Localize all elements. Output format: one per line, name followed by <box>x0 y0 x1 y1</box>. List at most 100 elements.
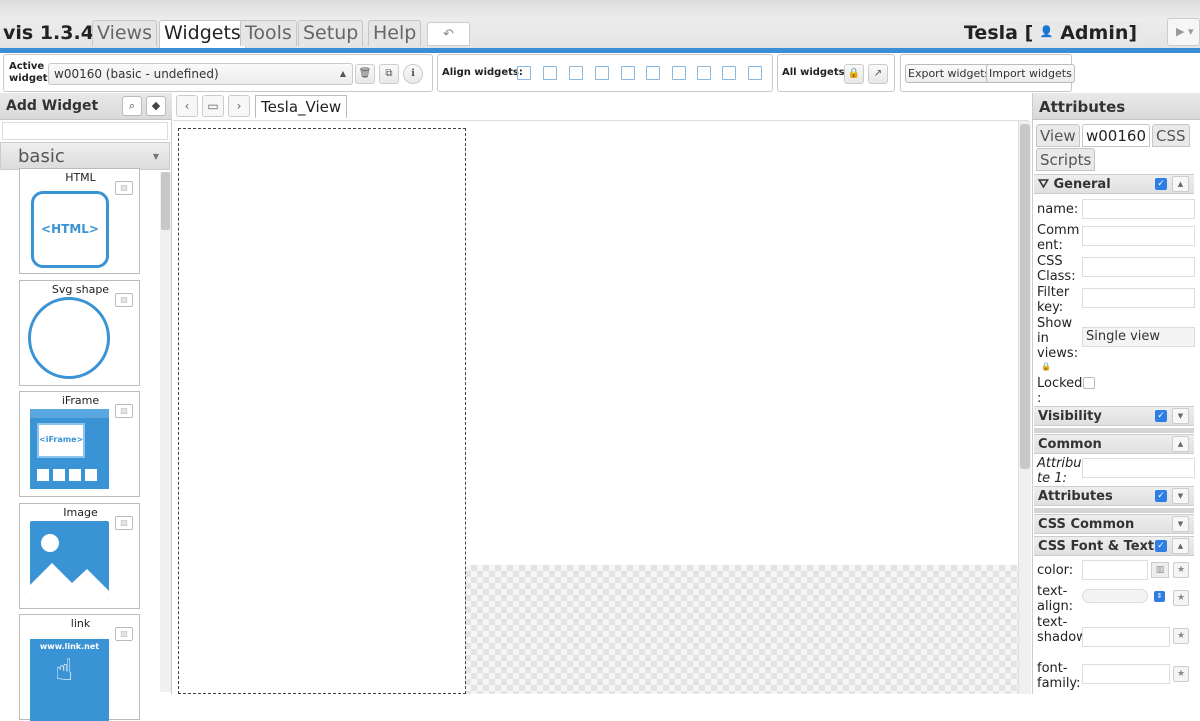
attribute1-field[interactable] <box>1082 458 1195 478</box>
tab-views[interactable]: Views <box>92 20 157 46</box>
copy-widget-button[interactable]: ⧉ <box>379 64 399 84</box>
copy-icon: ⧉ <box>385 68 393 79</box>
comment-label: Comm ent: <box>1037 223 1080 253</box>
delete-widget-button[interactable]: 🗑 <box>355 64 375 84</box>
image-placeholder-icon: ▨ <box>115 516 133 530</box>
align-bottom-icon[interactable] <box>595 66 609 80</box>
user-name: Tesla [ <box>964 22 1034 44</box>
css-class-field[interactable] <box>1082 257 1195 277</box>
section-divider <box>1034 508 1194 513</box>
iframe-icon-screen: <iFrame> <box>37 423 85 458</box>
widget-card-image[interactable]: Image ▨ <box>19 503 140 609</box>
section-css-common[interactable]: CSS Common ▼ <box>1034 514 1194 534</box>
tab-widget-w00160[interactable]: w00160 <box>1082 124 1150 147</box>
align-right-icon[interactable] <box>543 66 557 80</box>
info-widget-button[interactable]: ℹ <box>403 64 423 84</box>
color-label: color: <box>1037 563 1074 578</box>
widget-list-scroll-thumb[interactable] <box>161 172 170 230</box>
undo-button[interactable]: ↶ <box>427 22 470 46</box>
next-view-button[interactable]: › <box>228 95 250 117</box>
text-align-select[interactable] <box>1082 589 1148 603</box>
general-checkbox[interactable]: ✓ <box>1155 178 1167 190</box>
align-center-h-icon[interactable] <box>646 66 660 80</box>
tab-widgets[interactable]: Widgets <box>159 20 246 48</box>
distribute-h-icon[interactable] <box>672 66 686 80</box>
image-placeholder-icon: ▨ <box>115 293 133 307</box>
widget-card-html[interactable]: HTML ▨ <HTML> <box>19 168 140 274</box>
top-menu-bar: vis 1.3.4 Views Widgets Tools Setup Help… <box>0 0 1200 48</box>
view-tab-tesla[interactable]: Tesla_View <box>255 95 348 118</box>
view-nav-bar: ‹ ▭ › Tesla_View <box>173 93 1029 121</box>
tab-scripts[interactable]: Scripts <box>1036 148 1096 171</box>
chevron-right-icon: › <box>236 99 242 113</box>
star-icon[interactable]: ★ <box>1173 562 1189 578</box>
collapse-up-icon[interactable]: ▲ <box>1172 436 1189 452</box>
filter-key-field[interactable] <box>1082 288 1195 308</box>
section-attributes[interactable]: Attributes ✓ ▼ <box>1034 486 1194 506</box>
tab-help[interactable]: Help <box>368 20 422 46</box>
widget-filter-input[interactable] <box>2 122 168 140</box>
tab-tools[interactable]: Tools <box>240 20 297 46</box>
css-font-checkbox[interactable]: ✓ <box>1155 540 1167 552</box>
selected-widget-w00160[interactable] <box>178 128 466 694</box>
open-all-button[interactable]: ↗ <box>868 64 888 84</box>
star-icon[interactable]: ★ <box>1173 666 1189 682</box>
align-left-icon[interactable] <box>517 66 531 80</box>
section-attributes-title: Attributes <box>1038 489 1113 504</box>
text-shadow-field[interactable] <box>1082 627 1170 647</box>
active-widget-select[interactable]: w00160 (basic - undefined) ▲▼ <box>48 63 353 85</box>
distribute-v-icon[interactable] <box>697 66 711 80</box>
canvas-scroll-thumb[interactable] <box>1020 124 1030 469</box>
widget-card-link[interactable]: link ▨ www.link.net ☝ <box>19 614 140 721</box>
section-css-font-text[interactable]: CSS Font & Text ✓ ▲ <box>1034 536 1194 556</box>
active-widget-group: Active widget: w00160 (basic - undefined… <box>3 54 433 92</box>
show-in-views-select[interactable]: Single view <box>1082 327 1195 347</box>
export-widgets-button[interactable]: Export widgets <box>905 64 994 83</box>
star-icon[interactable]: ★ <box>1173 590 1189 606</box>
widget-list-scrollbar[interactable] <box>160 172 171 692</box>
show-in-views-label: Show in views: <box>1037 316 1079 361</box>
name-label: name: <box>1037 202 1079 217</box>
attributes-checkbox[interactable]: ✓ <box>1155 490 1167 502</box>
visibility-checkbox[interactable]: ✓ <box>1155 410 1167 422</box>
align-widgets-label: Align widgets: <box>442 67 523 78</box>
section-visibility[interactable]: Visibility ✓ ▼ <box>1034 406 1194 426</box>
attributes-title: Attributes <box>1039 98 1126 116</box>
expand-button[interactable]: ▶ ▾ <box>1167 18 1200 46</box>
play-icon: ▶ ▾ <box>1176 25 1194 38</box>
align-top-icon[interactable] <box>569 66 583 80</box>
prev-view-button[interactable]: ‹ <box>176 95 198 117</box>
import-widgets-button[interactable]: Import widgets <box>986 64 1075 83</box>
locked-checkbox[interactable] <box>1083 377 1095 389</box>
align-center-v-icon[interactable] <box>621 66 635 80</box>
view-list-button[interactable]: ▭ <box>202 95 224 117</box>
same-height-icon[interactable] <box>748 66 762 80</box>
tab-setup[interactable]: Setup <box>298 20 364 46</box>
collapse-up-icon[interactable]: ▲ <box>1172 538 1189 554</box>
expand-down-icon[interactable]: ▼ <box>1172 516 1189 532</box>
color-picker-icon[interactable]: ▥ <box>1151 562 1169 578</box>
tag-filter-button[interactable]: ◆ <box>146 96 166 116</box>
tag-icon: ◆ <box>151 99 161 112</box>
collapse-up-icon[interactable]: ▲ <box>1172 176 1189 192</box>
widget-set-select[interactable]: basic ▼ <box>0 142 170 170</box>
same-width-icon[interactable] <box>722 66 736 80</box>
lock-all-button[interactable]: 🔒 <box>844 64 864 84</box>
expand-down-icon[interactable]: ▼ <box>1172 488 1189 504</box>
section-common[interactable]: Common ▲ <box>1034 434 1194 454</box>
trash-icon: 🗑 <box>358 68 372 79</box>
expand-down-icon[interactable]: ▼ <box>1172 408 1189 424</box>
widget-card-svg-shape[interactable]: Svg shape ▨ <box>19 280 140 386</box>
star-icon[interactable]: ★ <box>1173 628 1189 644</box>
tab-css[interactable]: CSS <box>1152 124 1190 147</box>
color-field[interactable] <box>1082 560 1148 580</box>
section-general[interactable]: ⛛ General ✓ ▲ <box>1034 174 1194 194</box>
widget-card-iframe[interactable]: iFrame ▨ <iFrame> <box>19 391 140 497</box>
name-field[interactable] <box>1082 199 1195 219</box>
filter-key-label: Filter key: <box>1037 285 1070 315</box>
font-family-field[interactable] <box>1082 664 1170 684</box>
search-widget-button[interactable]: ⌕ <box>122 96 142 116</box>
tab-view[interactable]: View <box>1036 124 1080 147</box>
comment-field[interactable] <box>1082 226 1195 246</box>
iframe-icon-block <box>69 469 81 481</box>
